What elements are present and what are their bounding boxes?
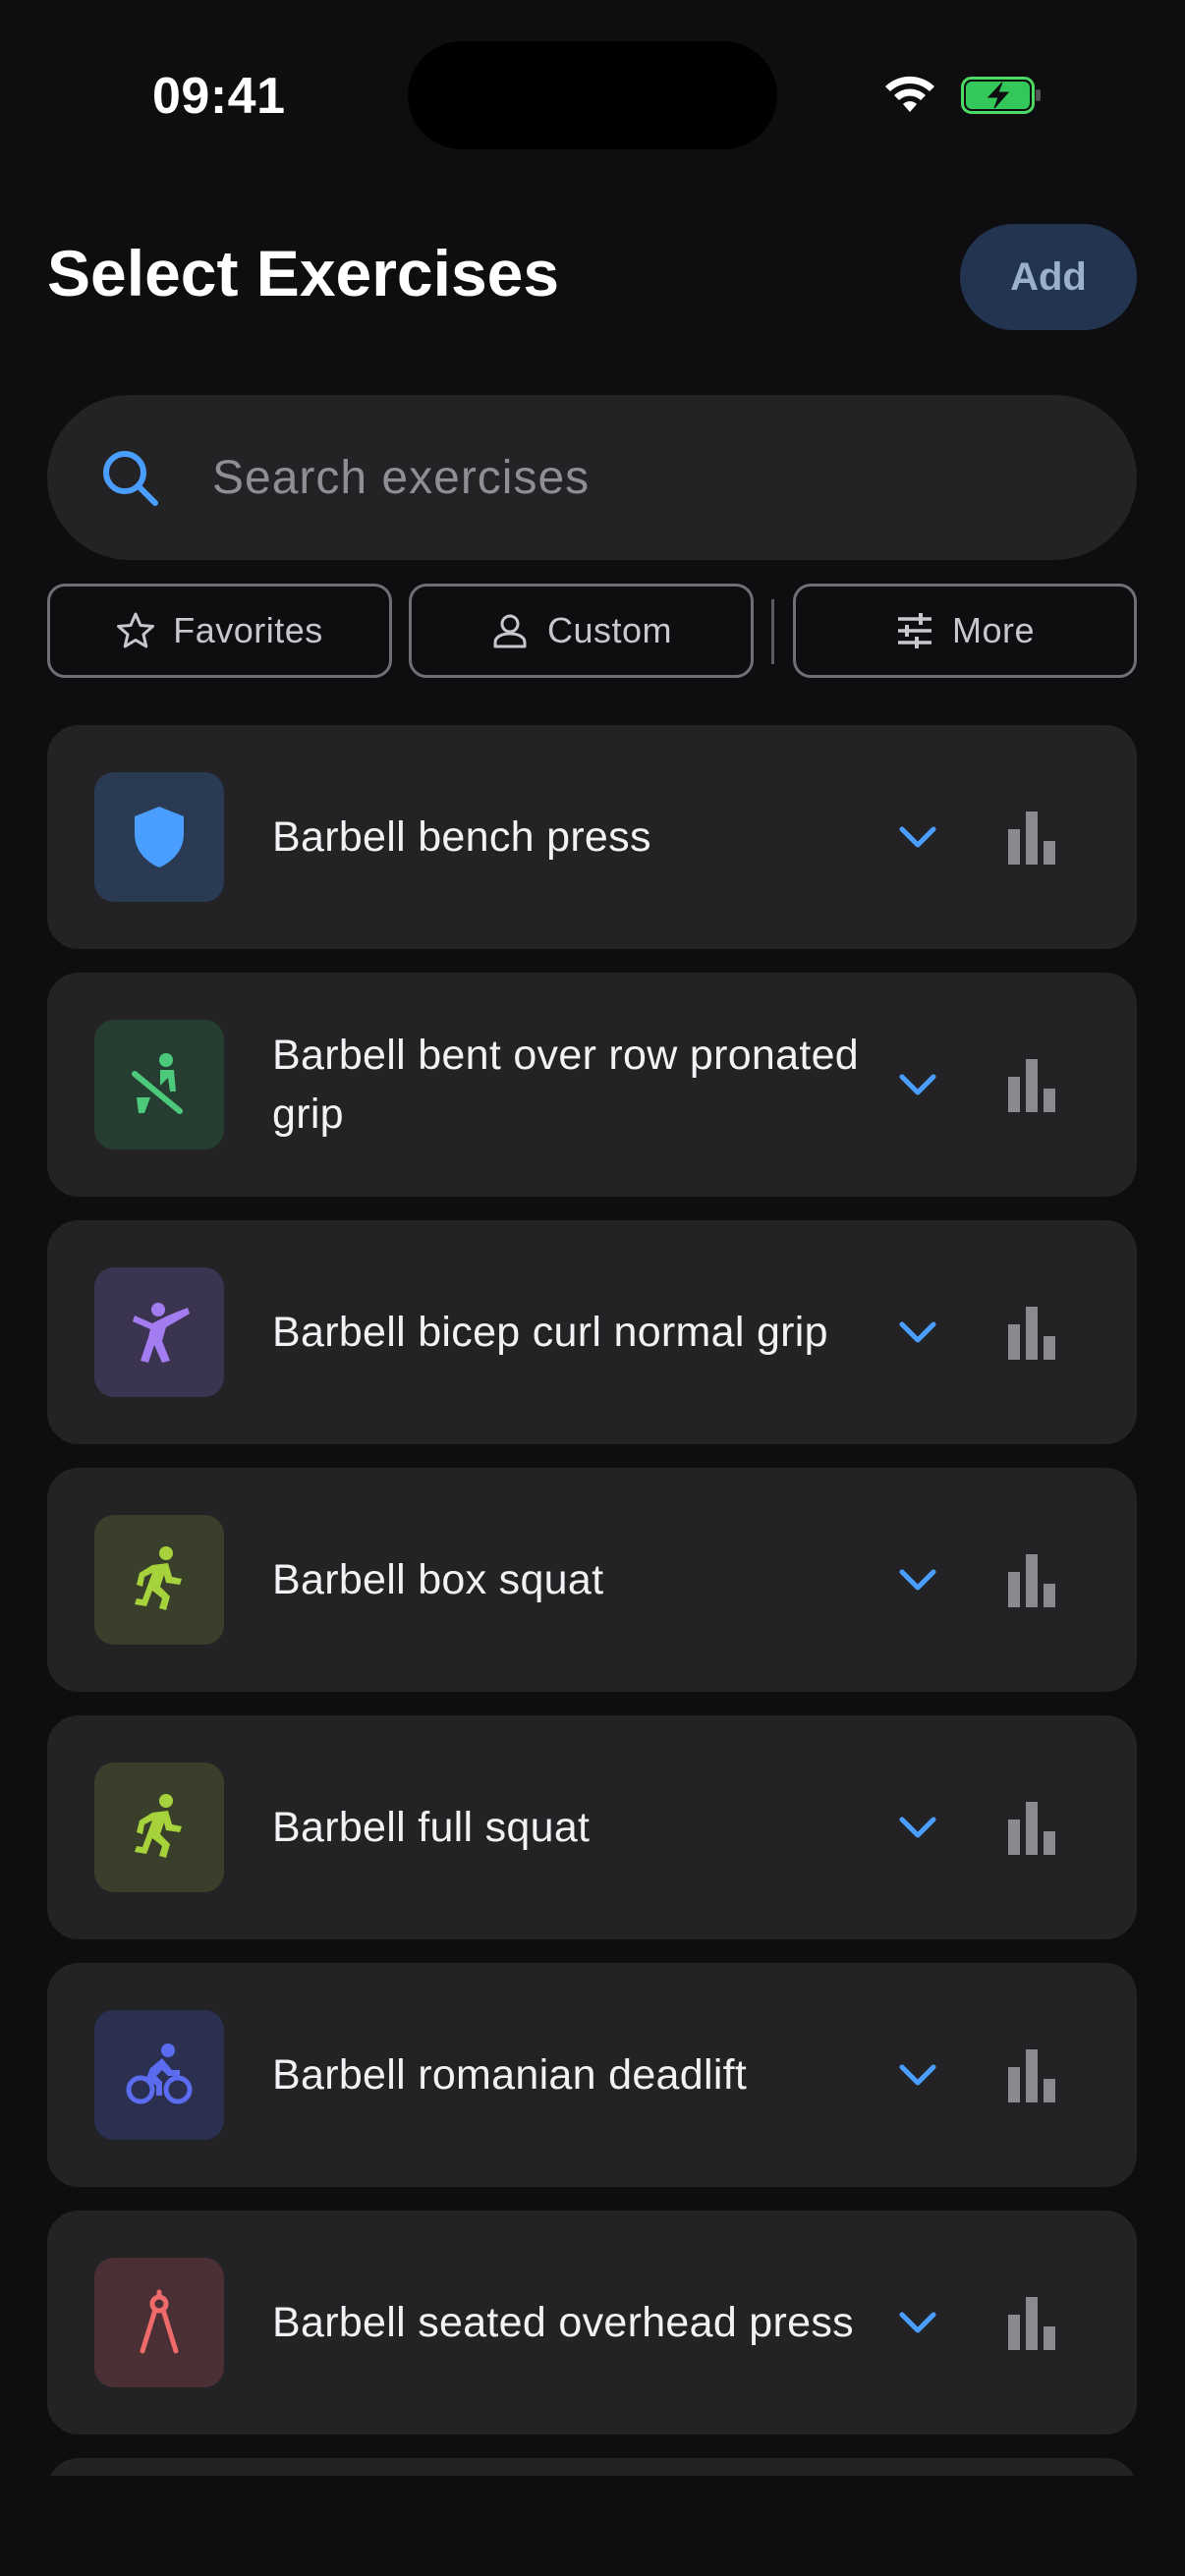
- running-icon: [135, 1794, 182, 1858]
- bar-chart-icon[interactable]: [1002, 2293, 1061, 2352]
- kick-icon: [133, 1303, 190, 1363]
- exercise-card[interactable]: Barbell box squat: [47, 1468, 1137, 1692]
- chevron-down-icon[interactable]: [888, 1055, 947, 1114]
- search-input[interactable]: [212, 395, 1077, 560]
- filter-custom-chip[interactable]: Custom: [409, 584, 754, 678]
- chevron-down-icon[interactable]: [888, 1798, 947, 1857]
- exercise-icon-tile: [94, 1020, 224, 1149]
- filter-favorites-label: Favorites: [173, 610, 323, 650]
- chevron-down-icon[interactable]: [888, 808, 947, 867]
- star-icon: [117, 612, 155, 648]
- exercise-card[interactable]: Barbell bicep curl normal grip: [47, 1220, 1137, 1444]
- cycling-icon: [126, 2044, 193, 2104]
- bar-chart-icon[interactable]: [1002, 808, 1061, 867]
- exercise-card[interactable]: Barbell full squat: [47, 1715, 1137, 1939]
- exercise-name: Barbell box squat: [272, 1556, 604, 1603]
- search-icon: [103, 451, 158, 506]
- exercise-card[interactable]: Barbell bench press: [47, 725, 1137, 949]
- chevron-down-icon[interactable]: [888, 2045, 947, 2104]
- filter-more-chip[interactable]: More: [793, 584, 1137, 678]
- exercise-icon-tile: [94, 2010, 224, 2140]
- filter-more-label: More: [951, 610, 1036, 650]
- chevron-down-icon[interactable]: [888, 1550, 947, 1609]
- bar-chart-icon[interactable]: [1002, 1550, 1061, 1609]
- bar-chart-icon[interactable]: [1002, 1055, 1061, 1114]
- person-icon: [493, 614, 527, 648]
- search-bar[interactable]: [47, 395, 1137, 560]
- exercise-icon-tile: [94, 772, 224, 902]
- filter-favorites-chip[interactable]: Favorites: [47, 584, 392, 678]
- add-button[interactable]: Add: [960, 224, 1137, 330]
- exercise-list: Barbell bench press Barbell bent over ro…: [47, 725, 1137, 2458]
- dynamic-island: [408, 41, 777, 149]
- exercise-icon-tile: [94, 1763, 224, 1892]
- filter-divider: [771, 599, 774, 664]
- chevron-down-icon[interactable]: [888, 1303, 947, 1362]
- compass-icon: [140, 2289, 179, 2354]
- exercise-name: Barbell bench press: [272, 813, 651, 861]
- exercise-name: Barbell romanian deadlift: [272, 2051, 748, 2099]
- bottom-fade: [0, 2476, 1185, 2576]
- exercise-card[interactable]: Barbell bent over row pronated grip: [47, 973, 1137, 1197]
- exercise-card[interactable]: Barbell romanian deadlift: [47, 1963, 1137, 2187]
- exercise-icon-tile: [94, 1515, 224, 1645]
- rowing-icon: [132, 1053, 183, 1114]
- status-time: 09:41: [152, 68, 286, 125]
- exercise-name: Barbell seated overhead press: [272, 2299, 854, 2346]
- exercise-icon-tile: [94, 2258, 224, 2387]
- filter-custom-label: Custom: [546, 610, 673, 650]
- bar-chart-icon[interactable]: [1002, 2045, 1061, 2104]
- wifi-icon: [885, 76, 934, 112]
- exercise-name: Barbell bicep curl normal grip: [272, 1309, 828, 1356]
- bar-chart-icon[interactable]: [1002, 1798, 1061, 1857]
- battery-charging-icon: [961, 77, 1041, 114]
- exercise-name: Barbell bent over row pronated grip: [272, 1032, 860, 1138]
- shield-icon: [135, 807, 184, 868]
- chevron-down-icon[interactable]: [888, 2293, 947, 2352]
- page-title: Select Exercises: [47, 237, 560, 309]
- exercise-card[interactable]: Barbell seated overhead press: [47, 2211, 1137, 2435]
- screen: 09:41 Select Exercises Add Favorites Cus…: [0, 0, 1185, 2576]
- bar-chart-icon[interactable]: [1002, 1303, 1061, 1362]
- exercise-name: Barbell full squat: [272, 1804, 591, 1851]
- sliders-icon: [897, 613, 931, 648]
- exercise-icon-tile: [94, 1267, 224, 1397]
- running-icon: [135, 1546, 182, 1610]
